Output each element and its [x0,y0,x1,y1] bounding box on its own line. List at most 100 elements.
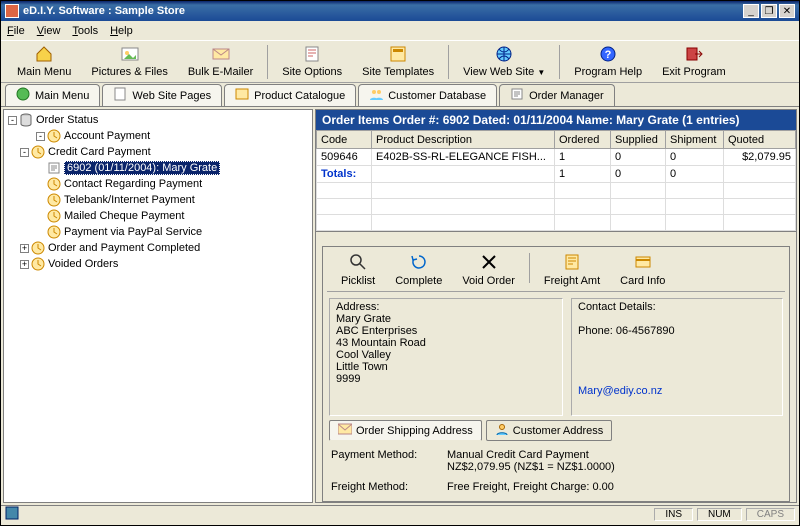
freight-method-value: Free Freight, Freight Charge: 0.00 [447,481,614,493]
menu-file[interactable]: File [7,25,25,37]
contact-phone: Phone: 06-4567890 [578,325,776,337]
tab-order-shipping-address[interactable]: Order Shipping Address [329,420,482,441]
grid-header[interactable]: Code [317,131,372,149]
menu-tools[interactable]: Tools [72,25,98,37]
globe-icon [495,45,513,66]
order-header: Order Items Order #: 6902 Dated: 01/11/2… [316,110,796,130]
minimize-button[interactable]: _ [743,4,759,18]
clock-icon [31,145,45,159]
svg-text:?: ? [605,49,612,61]
pictures-icon [121,45,139,66]
grid-header[interactable]: Supplied [611,131,666,149]
grid-header[interactable]: Product Description [372,131,555,149]
action-panel: Picklist Complete Void Order Freight Amt Car… [322,246,790,502]
tree: -Order Status-Account Payment-Credit Car… [4,110,312,274]
payment-method-label: Payment Method: [331,449,447,473]
clock-icon [47,225,61,239]
freight-amt-button[interactable]: Freight Amt [544,253,600,287]
statusbar-num: NUM [697,508,742,521]
order-icon [47,161,61,175]
green-icon [16,87,30,104]
main-menu-button[interactable]: Main Menu [17,45,71,78]
grid-totals-row: Totals:100 [317,166,796,183]
exit-program-button[interactable]: Exit Program [662,45,726,78]
tree-voided[interactable]: +Voided Orders [8,256,308,272]
void-order-button[interactable]: Void Order [462,253,515,287]
order-icon [510,87,524,104]
tree-mailed-cheque[interactable]: Mailed Cheque Payment [8,208,308,224]
note-icon [303,45,321,66]
menu-help[interactable]: Help [110,25,133,37]
tab-customer-address[interactable]: Customer Address [486,420,612,441]
clock-icon [31,241,45,255]
x-icon [480,253,498,275]
tree-paypal[interactable]: Payment via PayPal Service [8,224,308,240]
address-tabs: Order Shipping AddressCustomer Address [329,420,783,441]
menu-view[interactable]: View [37,25,61,37]
app-logo-icon [5,4,19,18]
freight-method-label: Freight Method: [331,481,447,493]
payment-method-value: Manual Credit Card Payment [447,449,615,461]
tab-customer-database[interactable]: Customer Database [358,84,497,106]
contact-email-link[interactable]: Mary@ediy.co.nz [578,385,776,397]
clock-icon [31,257,45,271]
tree-panel: -Order Status-Account Payment-Credit Car… [3,109,313,503]
grid-row[interactable]: 509646E402B-SS-RL-ELEGANCE FISH...100$2,… [317,149,796,166]
bulk-emailer-button[interactable]: Bulk E-Mailer [188,45,253,78]
statusbar-ins: INS [654,508,693,521]
tree-credit-card-payment[interactable]: -Credit Card Payment [8,144,308,160]
clock-icon [47,193,61,207]
complete-button[interactable]: Complete [395,253,442,287]
main-toolbar: Main Menu Pictures & Files Bulk E-Mailer Si… [1,41,799,83]
grid-header[interactable]: Ordered [555,131,611,149]
database-icon [19,113,33,127]
tab-product-catalogue[interactable]: Product Catalogue [224,84,356,106]
toolbar-separator [267,45,268,79]
exit-icon [685,45,703,66]
contact-box: Contact Details: Phone: 06-4567890 Mary@… [571,298,783,416]
mail-icon [212,45,230,66]
site-options-button[interactable]: Site Options [282,45,342,78]
statusbar: INS NUM CAPS [1,505,799,523]
close-button[interactable]: ✕ [779,4,795,18]
picklist-button[interactable]: Picklist [341,253,375,287]
menubar: File View Tools Help [1,21,799,41]
tree-completed[interactable]: +Order and Payment Completed [8,240,308,256]
tab-order-manager[interactable]: Order Manager [499,84,615,106]
grid-header[interactable]: Quoted [724,131,796,149]
window-title: eD.I.Y. Software : Sample Store [23,5,741,17]
search-icon [349,253,367,275]
titlebar: eD.I.Y. Software : Sample Store _ ❐ ✕ [1,1,799,21]
card-info-button[interactable]: Card Info [620,253,665,287]
site-templates-button[interactable]: Site Templates [362,45,434,78]
tree-telebank-payment[interactable]: Telebank/Internet Payment [8,192,308,208]
home-icon [35,45,53,66]
action-toolbar: Picklist Complete Void Order Freight Amt Car… [327,251,785,292]
tree-order-6902[interactable]: 6902 (01/11/2004): Mary Grate [8,160,308,176]
clock-icon [47,209,61,223]
workarea: -Order Status-Account Payment-Credit Car… [1,107,799,505]
grid-header[interactable]: Shipment [666,131,724,149]
mail2-icon [338,423,352,438]
maximize-button[interactable]: ❐ [761,4,777,18]
tab-web-site-pages[interactable]: Web Site Pages [102,84,222,106]
toolbar-separator [559,45,560,79]
template-icon [389,45,407,66]
program-help-button[interactable]: ?Program Help [574,45,642,78]
tab-main-menu[interactable]: Main Menu [5,84,100,106]
tree-account-payment[interactable]: -Account Payment [8,128,308,144]
tabbar: Main MenuWeb Site PagesProduct Catalogue… [1,83,799,107]
view-website-button[interactable]: View Web Site ▼ [463,45,545,78]
tree-contact-payment[interactable]: Contact Regarding Payment [8,176,308,192]
payment-block: Payment Method: Manual Credit Card Payme… [331,449,781,493]
pictures-files-button[interactable]: Pictures & Files [91,45,167,78]
note2-icon [563,253,581,275]
catalog-icon [235,87,249,104]
card-icon [634,253,652,275]
order-items-grid[interactable]: CodeProduct DescriptionOrderedSuppliedSh… [316,130,796,232]
address-body: Mary Grate ABC Enterprises 43 Mountain R… [336,313,556,385]
statusbar-caps: CAPS [746,508,795,521]
tree-root[interactable]: -Order Status [8,112,308,128]
statusbar-app-icon [5,506,19,523]
help-icon: ? [599,45,617,66]
